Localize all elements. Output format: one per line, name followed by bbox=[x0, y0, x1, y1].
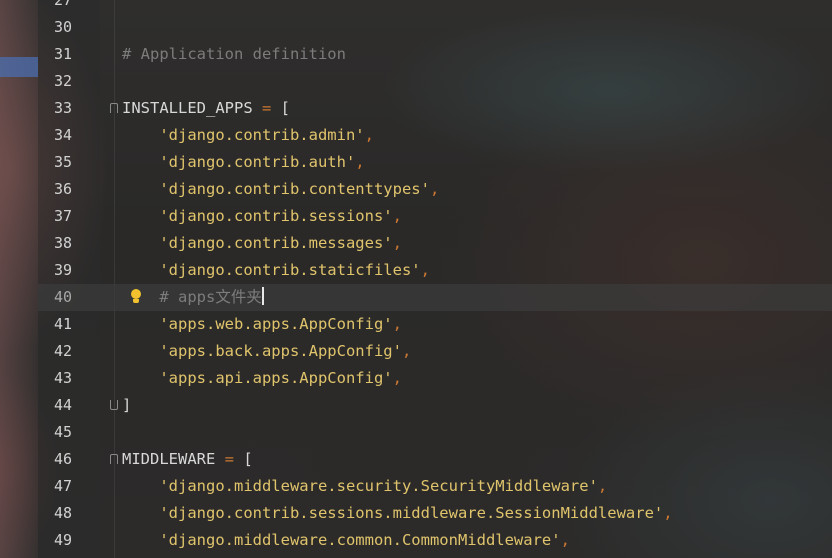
code-line[interactable]: 42 'apps.back.apps.AppConfig', bbox=[38, 338, 832, 365]
line-number[interactable]: 44 bbox=[54, 392, 72, 419]
line-number[interactable]: 42 bbox=[54, 338, 72, 365]
code-line[interactable]: 45 bbox=[38, 419, 832, 446]
code-token: INSTALLED_APPS bbox=[122, 99, 253, 117]
line-number[interactable]: 45 bbox=[54, 419, 72, 446]
code-token: MIDDLEWARE bbox=[122, 450, 216, 468]
code-line[interactable]: 35 'django.contrib.auth', bbox=[38, 149, 832, 176]
code-text[interactable]: 'django.contrib.sessions.middleware.Sess… bbox=[122, 500, 673, 527]
code-line[interactable]: 30 bbox=[38, 14, 832, 41]
line-number[interactable]: 47 bbox=[54, 473, 72, 500]
code-editor[interactable]: 27 30 31 # Application definition 32 33 INSTAL… bbox=[0, 0, 832, 558]
code-token: 'django.middleware.security.SecurityMidd… bbox=[122, 477, 598, 495]
code-token: 'apps.back.apps.AppConfig' bbox=[122, 342, 402, 360]
line-number[interactable]: 43 bbox=[54, 365, 72, 392]
code-line[interactable]: 33 INSTALLED_APPS = [ bbox=[38, 95, 832, 122]
line-number[interactable]: 27 bbox=[54, 0, 72, 14]
line-number[interactable]: 37 bbox=[54, 203, 72, 230]
code-text[interactable]: 'django.contrib.contenttypes', bbox=[122, 176, 439, 203]
code-text[interactable]: 'django.middleware.security.SecurityMidd… bbox=[122, 473, 607, 500]
code-token: ] bbox=[122, 396, 132, 414]
line-number[interactable]: 31 bbox=[54, 41, 72, 68]
line-number[interactable]: 33 bbox=[54, 95, 72, 122]
code-token: # apps文件夹 bbox=[122, 288, 262, 306]
code-line[interactable]: 49 'django.middleware.common.CommonMiddl… bbox=[38, 527, 832, 554]
code-token: 'django.contrib.messages' bbox=[122, 234, 393, 252]
code-line[interactable]: 37 'django.contrib.sessions', bbox=[38, 203, 832, 230]
code-text[interactable]: ] bbox=[122, 392, 131, 419]
code-token: , bbox=[663, 504, 673, 522]
code-text[interactable]: # apps文件夹 bbox=[122, 284, 264, 311]
code-token: , bbox=[392, 207, 402, 225]
code-line[interactable]: 47 'django.middleware.security.SecurityM… bbox=[38, 473, 832, 500]
code-token: 'apps.api.apps.AppConfig' bbox=[122, 369, 393, 387]
code-text[interactable]: 'django.contrib.staticfiles', bbox=[122, 257, 430, 284]
code-line[interactable]: 48 'django.contrib.sessions.middleware.S… bbox=[38, 500, 832, 527]
code-line[interactable]: 41 'apps.web.apps.AppConfig', bbox=[38, 311, 832, 338]
line-number[interactable]: 32 bbox=[54, 68, 72, 95]
tool-window-strip bbox=[0, 0, 38, 558]
text-caret bbox=[261, 287, 264, 305]
code-token: 'django.contrib.staticfiles' bbox=[122, 261, 421, 279]
code-line[interactable]: 39 'django.contrib.staticfiles', bbox=[38, 257, 832, 284]
code-text[interactable]: 'django.middleware.common.CommonMiddlewa… bbox=[122, 527, 570, 554]
code-token: 'django.contrib.sessions' bbox=[122, 207, 393, 225]
code-text[interactable]: 'django.contrib.sessions', bbox=[122, 203, 402, 230]
code-token: 'django.contrib.auth' bbox=[122, 153, 356, 171]
code-line[interactable]: 27 bbox=[38, 0, 832, 14]
line-number[interactable]: 41 bbox=[54, 311, 72, 338]
code-line[interactable]: 34 'django.contrib.admin', bbox=[38, 122, 832, 149]
code-line[interactable]: 40 # apps文件夹 bbox=[38, 284, 832, 311]
line-number[interactable]: 38 bbox=[54, 230, 72, 257]
code-token: = bbox=[252, 99, 281, 117]
code-token: , bbox=[355, 153, 365, 171]
code-text[interactable]: 'apps.api.apps.AppConfig', bbox=[122, 365, 402, 392]
code-token: [ bbox=[243, 450, 253, 468]
code-token: , bbox=[392, 234, 402, 252]
line-number[interactable]: 48 bbox=[54, 500, 72, 527]
code-token: , bbox=[364, 126, 374, 144]
code-text[interactable]: 'apps.back.apps.AppConfig', bbox=[122, 338, 411, 365]
code-text[interactable]: # Application definition bbox=[122, 41, 346, 68]
fold-marker-icon[interactable] bbox=[110, 454, 118, 464]
code-text[interactable]: INSTALLED_APPS = [ bbox=[122, 95, 290, 122]
code-token: , bbox=[429, 180, 440, 198]
line-number[interactable]: 35 bbox=[54, 149, 72, 176]
tool-window-selection[interactable] bbox=[0, 57, 38, 77]
fold-marker-icon[interactable] bbox=[110, 103, 118, 113]
line-number[interactable]: 36 bbox=[54, 176, 72, 203]
fold-marker-icon[interactable] bbox=[110, 400, 118, 410]
line-number[interactable]: 30 bbox=[54, 14, 72, 41]
code-line[interactable]: 31 # Application definition bbox=[38, 41, 832, 68]
code-line[interactable]: 32 bbox=[38, 68, 832, 95]
code-token: [ bbox=[280, 99, 290, 117]
line-number[interactable]: 39 bbox=[54, 257, 72, 284]
code-line[interactable]: 36 'django.contrib.contenttypes', bbox=[38, 176, 832, 203]
code-token: , bbox=[597, 477, 608, 495]
code-line[interactable]: 44] bbox=[38, 392, 832, 419]
code-token: = bbox=[215, 450, 244, 468]
code-line[interactable]: 46 MIDDLEWARE = [ bbox=[38, 446, 832, 473]
code-token: 'django.middleware.common.CommonMiddlewa… bbox=[122, 531, 561, 549]
code-token: 'apps.web.apps.AppConfig' bbox=[122, 315, 393, 333]
code-token: 'django.contrib.admin' bbox=[122, 126, 365, 144]
line-number[interactable]: 46 bbox=[54, 446, 72, 473]
line-number[interactable]: 49 bbox=[54, 527, 72, 554]
code-line[interactable]: 38 'django.contrib.messages', bbox=[38, 230, 832, 257]
code-line[interactable]: 43 'apps.api.apps.AppConfig', bbox=[38, 365, 832, 392]
code-token: , bbox=[392, 369, 402, 387]
code-text[interactable]: 'django.contrib.auth', bbox=[122, 149, 365, 176]
line-number[interactable]: 34 bbox=[54, 122, 72, 149]
code-text[interactable]: MIDDLEWARE = [ bbox=[122, 446, 253, 473]
line-number[interactable]: 40 bbox=[54, 284, 72, 311]
code-token: 'django.contrib.sessions.middleware.Sess… bbox=[122, 504, 664, 522]
code-token: , bbox=[420, 261, 430, 279]
code-token: , bbox=[401, 342, 412, 360]
code-text[interactable]: 'apps.web.apps.AppConfig', bbox=[122, 311, 402, 338]
code-text[interactable]: 'django.contrib.messages', bbox=[122, 230, 402, 257]
code-token: , bbox=[560, 531, 570, 549]
code-token: , bbox=[392, 315, 402, 333]
code-text[interactable]: 'django.contrib.admin', bbox=[122, 122, 374, 149]
code-token: 'django.contrib.contenttypes' bbox=[122, 180, 430, 198]
code-token: # Application definition bbox=[122, 45, 346, 63]
